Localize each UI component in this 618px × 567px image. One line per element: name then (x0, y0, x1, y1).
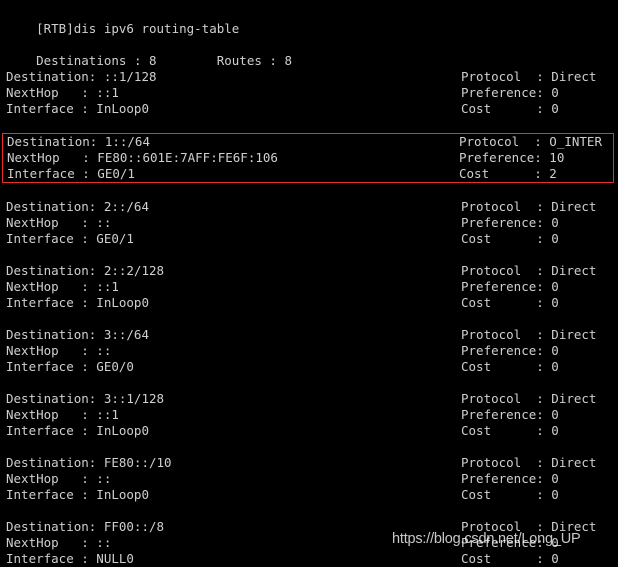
nexthop-value: NextHop : :: (6, 535, 112, 550)
cost-value: Cost : 0 (461, 359, 559, 374)
route-entry: Destination: 3::/64 Protocol : Direct Next… (0, 327, 618, 375)
route-line: Interface : NULL0 Cost : 0 (0, 551, 618, 567)
cost-value: Cost : 0 (461, 487, 559, 502)
destination-value: Destination: 2::2/128 (6, 263, 165, 278)
interface-value: Interface : InLoop0 (6, 423, 149, 438)
route-line: Interface : GE0/0 Cost : 0 (0, 359, 618, 375)
route-line: Destination: 1::/64 Protocol : O_INTER (3, 134, 613, 150)
route-line: Interface : InLoop0 Cost : 0 (0, 423, 618, 439)
route-line: NextHop : :: Preference: 0 (0, 215, 618, 231)
route-line: NextHop : ::1 Preference: 0 (0, 85, 618, 101)
route-list: Destination: ::1/128 Protocol : Direct Nex… (0, 69, 618, 567)
summary-line: Destinations : 8 Routes : 8 (0, 37, 618, 68)
route-line: Destination: FF00::/8 Protocol : Direct (0, 519, 618, 535)
interface-value: Interface : NULL0 (6, 551, 134, 566)
interface-value: Interface : GE0/1 (6, 231, 134, 246)
route-line: NextHop : :: Preference: 0 (0, 535, 618, 551)
nexthop-value: NextHop : FE80::601E:7AFF:FE6F:106 (7, 150, 278, 165)
cost-value: Cost : 0 (461, 295, 559, 310)
interface-value: Interface : InLoop0 (6, 487, 149, 502)
route-line: Interface : InLoop0 Cost : 0 (0, 295, 618, 311)
nexthop-value: NextHop : :: (6, 343, 112, 358)
command-text: [RTB]dis ipv6 routing-table (36, 21, 240, 36)
preference-value: Preference: 0 (461, 215, 559, 230)
interface-value: Interface : GE0/1 (7, 166, 135, 181)
route-line: Destination: 2::2/128 Protocol : Direct (0, 263, 618, 279)
route-line: Interface : InLoop0 Cost : 0 (0, 101, 618, 117)
route-entry: Destination: ::1/128 Protocol : Direct Nex… (0, 69, 618, 117)
route-line: Destination: 3::/64 Protocol : Direct (0, 327, 618, 343)
nexthop-value: NextHop : ::1 (6, 279, 119, 294)
destination-value: Destination: 1::/64 (7, 134, 150, 149)
protocol-value: Protocol : Direct (461, 199, 597, 214)
nexthop-value: NextHop : :: (6, 215, 112, 230)
cost-value: Cost : 0 (461, 551, 559, 566)
preference-value: Preference: 0 (461, 471, 559, 486)
route-entry: Destination: 2::/64 Protocol : Direct Next… (0, 199, 618, 247)
interface-value: Interface : InLoop0 (6, 295, 149, 310)
cost-value: Cost : 0 (461, 423, 559, 438)
route-line: Destination: 3::1/128 Protocol : Direct (0, 391, 618, 407)
preference-value: Preference: 0 (461, 535, 559, 550)
preference-value: Preference: 10 (459, 150, 565, 165)
route-entry: Destination: 3::1/128 Protocol : Direct Ne… (0, 391, 618, 439)
route-entry: Destination: FF00::/8 Protocol : Direct Ne… (0, 519, 618, 567)
route-line: Destination: 2::/64 Protocol : Direct (0, 199, 618, 215)
route-line: NextHop : ::1 Preference: 0 (0, 279, 618, 295)
destination-value: Destination: 3::1/128 (6, 391, 165, 406)
route-line: Interface : InLoop0 Cost : 0 (0, 487, 618, 503)
interface-value: Interface : GE0/0 (6, 359, 134, 374)
route-entry: Destination: 1::/64 Protocol : O_INTER Nex… (2, 133, 614, 183)
route-line: NextHop : :: Preference: 0 (0, 343, 618, 359)
preference-value: Preference: 0 (461, 85, 559, 100)
protocol-value: Protocol : Direct (461, 327, 597, 342)
route-line: NextHop : ::1 Preference: 0 (0, 407, 618, 423)
destination-value: Destination: FF00::/8 (6, 519, 165, 534)
destination-value: Destination: FE80::/10 (6, 455, 172, 470)
preference-value: Preference: 0 (461, 343, 559, 358)
destination-value: Destination: ::1/128 (6, 69, 157, 84)
destination-value: Destination: 3::/64 (6, 327, 149, 342)
route-entry: Destination: 2::2/128 Protocol : Direct Ne… (0, 263, 618, 311)
summary-text: Destinations : 8 Routes : 8 (36, 53, 292, 68)
interface-value: Interface : InLoop0 (6, 101, 149, 116)
protocol-value: Protocol : Direct (461, 391, 597, 406)
route-line: NextHop : FE80::601E:7AFF:FE6F:106 Prefer… (3, 150, 613, 166)
route-entry: Destination: FE80::/10 Protocol : Direct N… (0, 455, 618, 503)
preference-value: Preference: 0 (461, 407, 559, 422)
protocol-value: Protocol : Direct (461, 69, 597, 84)
route-line: Destination: FE80::/10 Protocol : Direct (0, 455, 618, 471)
protocol-value: Protocol : Direct (461, 263, 597, 278)
cost-value: Cost : 2 (459, 166, 557, 181)
route-line: NextHop : :: Preference: 0 (0, 471, 618, 487)
route-line: Interface : GE0/1 Cost : 2 (3, 166, 613, 182)
nexthop-value: NextHop : :: (6, 471, 112, 486)
route-line: Interface : GE0/1 Cost : 0 (0, 231, 618, 247)
cost-value: Cost : 0 (461, 231, 559, 246)
protocol-value: Protocol : O_INTER (459, 134, 602, 149)
command-prompt-line: [RTB]dis ipv6 routing-table (0, 5, 618, 36)
destination-value: Destination: 2::/64 (6, 199, 149, 214)
nexthop-value: NextHop : ::1 (6, 85, 119, 100)
protocol-value: Protocol : Direct (461, 455, 597, 470)
preference-value: Preference: 0 (461, 279, 559, 294)
route-line: Destination: ::1/128 Protocol : Direct (0, 69, 618, 85)
nexthop-value: NextHop : ::1 (6, 407, 119, 422)
protocol-value: Protocol : Direct (461, 519, 597, 534)
terminal-output[interactable]: [RTB]dis ipv6 routing-table Destinations… (0, 0, 618, 566)
cost-value: Cost : 0 (461, 101, 559, 116)
